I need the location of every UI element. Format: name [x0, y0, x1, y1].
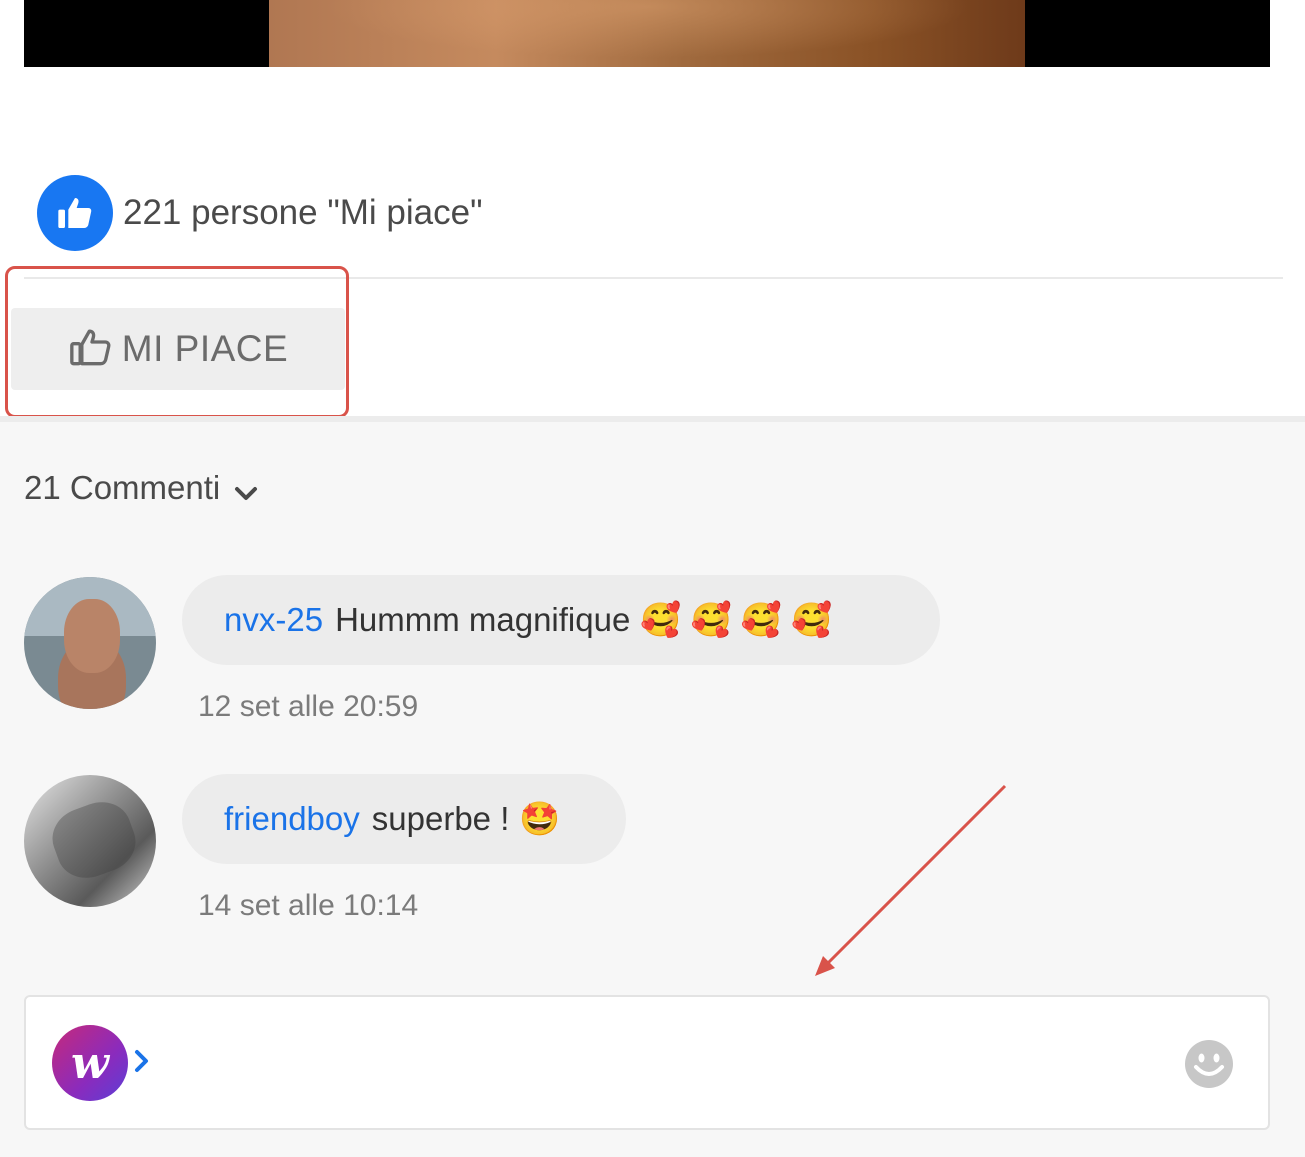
comment-author[interactable]: nvx-25 — [224, 601, 323, 639]
comment-text: Hummm magnifique — [335, 601, 631, 638]
like-button[interactable]: MI PIACE — [11, 308, 345, 390]
comment-timestamp: 12 set alle 20:59 — [198, 690, 419, 723]
likes-count-text: 221 persone "Mi piace" — [123, 193, 483, 232]
comment-author[interactable]: friendboy — [224, 800, 360, 838]
likes-summary[interactable]: 221 persone "Mi piace" — [37, 175, 483, 251]
comment-text: superbe ! — [371, 800, 510, 837]
comment-composer[interactable]: w — [24, 995, 1270, 1130]
divider — [24, 277, 1283, 279]
composer-identity-switcher[interactable]: w — [52, 1025, 150, 1101]
post-photo[interactable] — [269, 0, 1025, 67]
comment-bubble: friendboy superbe ! 🤩 — [182, 774, 626, 864]
avatar[interactable] — [24, 775, 156, 907]
brand-w-icon: w — [52, 1025, 128, 1101]
chevron-right-icon — [134, 1048, 150, 1079]
post-media[interactable] — [24, 0, 1270, 67]
comment-emoji: 🥰 🥰 🥰 🥰 — [640, 600, 833, 638]
like-button-label: MI PIACE — [121, 328, 289, 369]
chevron-down-icon — [234, 472, 258, 510]
comments-count-label: 21 Commenti — [24, 469, 221, 506]
smiley-icon[interactable] — [1184, 1039, 1234, 1094]
comment-bubble: nvx-25 Hummm magnifique 🥰 🥰 🥰 🥰 — [182, 575, 940, 665]
thumbs-up-icon — [37, 175, 113, 251]
comment-emoji: 🤩 — [519, 799, 561, 837]
comment-timestamp: 14 set alle 10:14 — [198, 889, 419, 922]
thumbs-up-outline-icon — [68, 327, 114, 372]
comment-input[interactable] — [166, 1027, 1166, 1099]
comments-toggle[interactable]: 21 Commenti — [24, 466, 258, 510]
avatar[interactable] — [24, 577, 156, 709]
